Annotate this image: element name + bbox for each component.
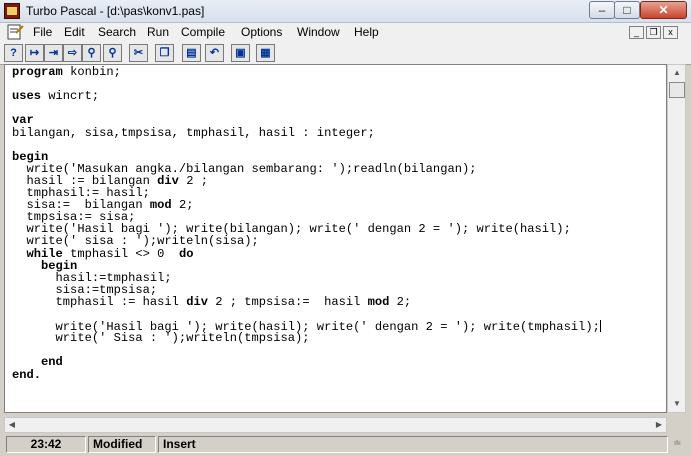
trace-into-icon[interactable]: ⇥ <box>44 44 63 62</box>
code-text: 2; <box>389 294 412 309</box>
maximize-button[interactable]: □ <box>614 1 640 19</box>
scroll-up-arrow-icon[interactable]: ▲ <box>669 65 685 81</box>
cursor-position: 23:42 <box>6 436 86 453</box>
code-text: 2 ; tmpsisa:= hasil <box>207 294 368 309</box>
code-text: tmphasil <> 0 <box>62 246 179 261</box>
code-text: bilangan, sisa,tmpsisa, tmphasil, hasil … <box>12 125 375 140</box>
status-bar: 23:42 Modified Insert <box>0 434 691 456</box>
menu-help[interactable]: Help <box>354 25 379 39</box>
horizontal-scrollbar[interactable]: ◀ ▶ <box>4 417 667 433</box>
menu-bar: File Edit Search Run Compile Options Win… <box>0 23 691 42</box>
menu-file[interactable]: File <box>33 25 52 39</box>
keyword: end <box>41 355 63 370</box>
menu-search[interactable]: Search <box>98 25 136 39</box>
mdi-minimize-button[interactable]: _ <box>629 26 644 39</box>
close-button[interactable]: ✕ <box>640 1 687 19</box>
help-button[interactable]: ? <box>4 44 23 62</box>
toolbar: ? ↦ ⇥ ⇨ ⚲ ⚲ ✂ ❐ ▤ ↶ ▣ ▦ <box>0 42 691 65</box>
code-text: wincrt; <box>41 89 100 104</box>
vertical-scrollbar[interactable]: ▲ ▼ <box>667 64 686 413</box>
scroll-thumb[interactable] <box>669 82 685 98</box>
code-line[interactable]: end. <box>12 367 42 382</box>
mdi-close-button[interactable]: x <box>663 26 678 39</box>
mdi-restore-button[interactable]: ❐ <box>646 26 661 39</box>
menu-run[interactable]: Run <box>147 25 169 39</box>
code-line[interactable]: bilangan, sisa,tmpsisa, tmphasil, hasil … <box>12 125 375 140</box>
turbo-pascal-icon <box>4 3 20 19</box>
code-line[interactable]: tmphasil := hasil div 2 ; tmpsisa:= hasi… <box>12 294 412 309</box>
title-bar: Turbo Pascal - [d:\pas\konv1.pas] – □ ✕ <box>0 0 691 23</box>
resize-grip-icon[interactable]: ≐ <box>673 438 687 452</box>
keyword: do <box>178 246 194 261</box>
modified-indicator: Modified <box>88 436 156 453</box>
keyword: mod <box>149 198 172 213</box>
make-icon[interactable]: ▦ <box>256 44 275 62</box>
paste-icon[interactable]: ▤ <box>182 44 201 62</box>
menu-window[interactable]: Window <box>297 25 340 39</box>
find-next-icon[interactable]: ⚲ <box>103 44 122 62</box>
menu-compile[interactable]: Compile <box>181 25 225 39</box>
keyword: program <box>12 65 63 79</box>
scroll-down-arrow-icon[interactable]: ▼ <box>669 396 685 412</box>
text-cursor <box>599 320 601 333</box>
code-text: write(' Sisa : ');writeln(tmpsisa); <box>12 331 310 346</box>
code-line[interactable]: uses wincrt; <box>12 90 99 103</box>
code-text: tmphasil := hasil <box>12 294 187 309</box>
menu-edit[interactable]: Edit <box>64 25 85 39</box>
code-editor[interactable]: program konbin; uses wincrt; var bilangan, … <box>4 64 667 413</box>
code-text: konbin; <box>62 65 121 79</box>
code-text: 2 ; <box>178 173 208 188</box>
cut-icon[interactable]: ✂ <box>129 44 148 62</box>
code-line[interactable]: program konbin; <box>12 66 121 79</box>
run-to-cursor-icon[interactable]: ⇨ <box>63 44 82 62</box>
compile-icon[interactable]: ▣ <box>231 44 250 62</box>
keyword: end. <box>12 367 42 382</box>
insert-mode-indicator: Insert <box>158 436 668 453</box>
keyword: div <box>157 173 179 188</box>
keyword: mod <box>367 294 390 309</box>
search-icon[interactable]: ⚲ <box>82 44 101 62</box>
code-line[interactable]: write(' Sisa : ');writeln(tmpsisa); <box>12 332 310 345</box>
menu-options[interactable]: Options <box>241 25 282 39</box>
keyword: div <box>186 294 208 309</box>
scroll-left-arrow-icon[interactable]: ◀ <box>5 418 19 432</box>
keyword: uses <box>12 89 42 104</box>
code-text: 2; <box>171 198 194 213</box>
copy-icon[interactable]: ❐ <box>155 44 174 62</box>
window-title: Turbo Pascal - [d:\pas\konv1.pas] <box>26 4 205 18</box>
undo-icon[interactable]: ↶ <box>205 44 224 62</box>
step-over-icon[interactable]: ↦ <box>25 44 44 62</box>
document-system-icon[interactable] <box>6 24 24 40</box>
minimize-button[interactable]: – <box>589 1 615 19</box>
scroll-right-arrow-icon[interactable]: ▶ <box>652 418 666 432</box>
